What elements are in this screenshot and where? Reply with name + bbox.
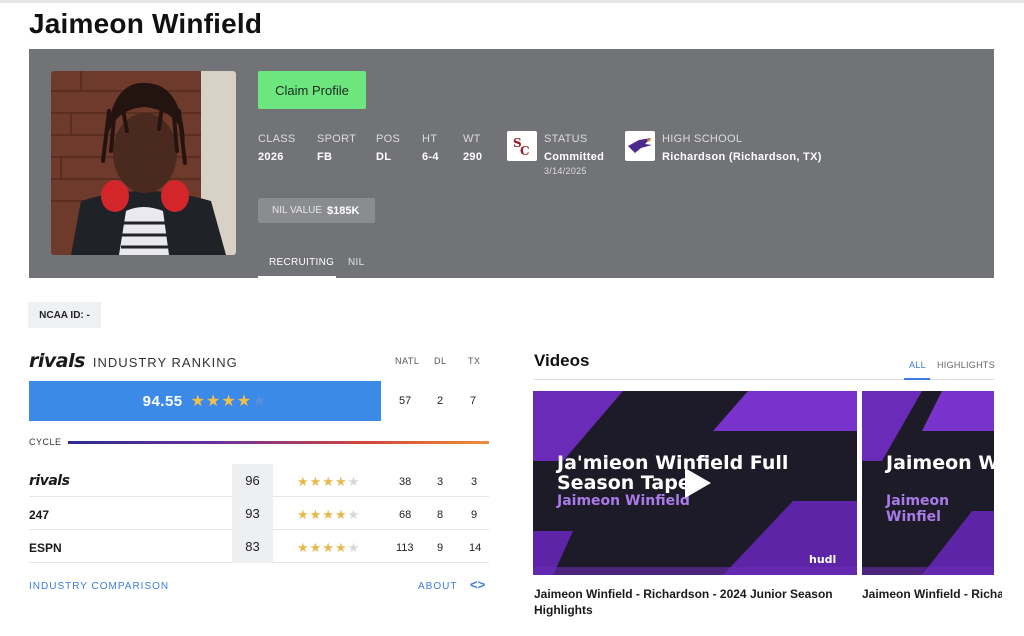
hudl-logo: hudl [809, 553, 837, 566]
high-school-stat: HIGH SCHOOL Richardson (Richardson, TX) [662, 133, 822, 163]
eagle-logo-icon[interactable] [625, 131, 655, 161]
player-name: Jaimeon Winfield [29, 8, 263, 39]
natl-rank: 57 [399, 395, 412, 407]
video-thumb-title: Jaimeon Wi Game Clips [886, 452, 994, 474]
position-stat: POS DL [376, 133, 401, 163]
usc-logo-icon[interactable]: S C [507, 131, 537, 161]
video-thumbnail[interactable]: Ja'mieon Winfield Full Season Tape Jaime… [533, 391, 857, 575]
star-empty-icon: ★ [252, 393, 267, 410]
video-thumb-subtitle: Jaimeon Winfield [557, 493, 690, 509]
star-rating: ★★★★★ [297, 507, 360, 522]
pos-column-header: DL [434, 356, 447, 366]
videos-heading: Videos [534, 351, 590, 370]
rating: 83 [232, 530, 273, 563]
rivals-logo: rivals [29, 473, 70, 489]
play-icon[interactable] [683, 466, 713, 500]
svg-text:C: C [520, 144, 530, 157]
source-label: ESPN [29, 541, 62, 555]
tab-recruiting[interactable]: RECRUITING [269, 257, 334, 268]
nil-value-badge: NIL VALUE $185K [258, 198, 375, 223]
active-tab-indicator [904, 378, 930, 380]
tab-nil[interactable]: NIL [348, 257, 364, 268]
industry-score: 94.55 [142, 392, 183, 410]
active-tab-indicator [258, 276, 336, 278]
class-stat: CLASS 2026 [258, 133, 296, 163]
industry-ranking-heading: rivals INDUSTRY RANKING [29, 350, 238, 372]
cycle-label: CYCLE [29, 437, 62, 447]
weight-stat: WT 290 [463, 133, 483, 163]
industry-score-bar: 94.55 ★ ★ ★ ★ ★ [29, 381, 381, 421]
status-stat: STATUS Committed 3/14/2025 [544, 133, 605, 176]
sport-stat: SPORT FB [317, 133, 357, 163]
state-rank: 7 [470, 395, 477, 407]
position-rank: 2 [437, 395, 444, 407]
star-icon: ★ [190, 393, 205, 410]
star-icon: ★ [221, 393, 236, 410]
star-icon: ★ [206, 393, 221, 410]
video-caption[interactable]: Jaimeon Winfield - Richa Highlights [862, 586, 1002, 602]
tab-highlights[interactable]: HIGHLIGHTS [937, 360, 995, 370]
natl-column-header: NATL [395, 356, 420, 366]
video-thumb-subtitle: Jaimeon Winfiel [886, 493, 950, 525]
source-label: 247 [29, 508, 50, 522]
star-icon: ★ [236, 393, 252, 410]
rivals-logo: rivals [29, 350, 85, 372]
table-row: 247 93 ★★★★★ 68 8 9 [29, 497, 489, 530]
height-stat: HT 6-4 [422, 133, 439, 163]
claim-profile-button[interactable]: Claim Profile [258, 71, 366, 109]
star-rating: ★★★★★ [297, 474, 360, 489]
about-link[interactable]: ABOUT [418, 581, 457, 592]
ncaa-id: NCAA ID: - [28, 302, 101, 328]
tab-all[interactable]: ALL [909, 360, 926, 370]
rating: 93 [232, 497, 273, 530]
top-divider [0, 0, 1024, 3]
state-column-header: TX [468, 356, 481, 366]
cycle-timeline[interactable] [68, 441, 489, 444]
video-thumbnail[interactable]: Jaimeon Wi Game Clips Jaimeon Winfiel [862, 391, 994, 575]
industry-comparison-link[interactable]: INDUSTRY COMPARISON [29, 581, 169, 592]
star-rating: ★★★★★ [297, 540, 360, 555]
profile-header: Claim Profile CLASS 2026 SPORT FB POS DL HT… [29, 49, 994, 278]
code-brackets-icon[interactable]: <> [470, 577, 485, 592]
table-row: ESPN 83 ★★★★★ 113 9 14 [29, 530, 489, 563]
rating: 96 [232, 464, 273, 497]
player-photo [51, 71, 236, 255]
video-caption[interactable]: Jaimeon Winfield - Richardson - 2024 Jun… [534, 586, 834, 618]
table-row: rivals 96 ★★★★★ 38 3 3 [29, 464, 489, 497]
